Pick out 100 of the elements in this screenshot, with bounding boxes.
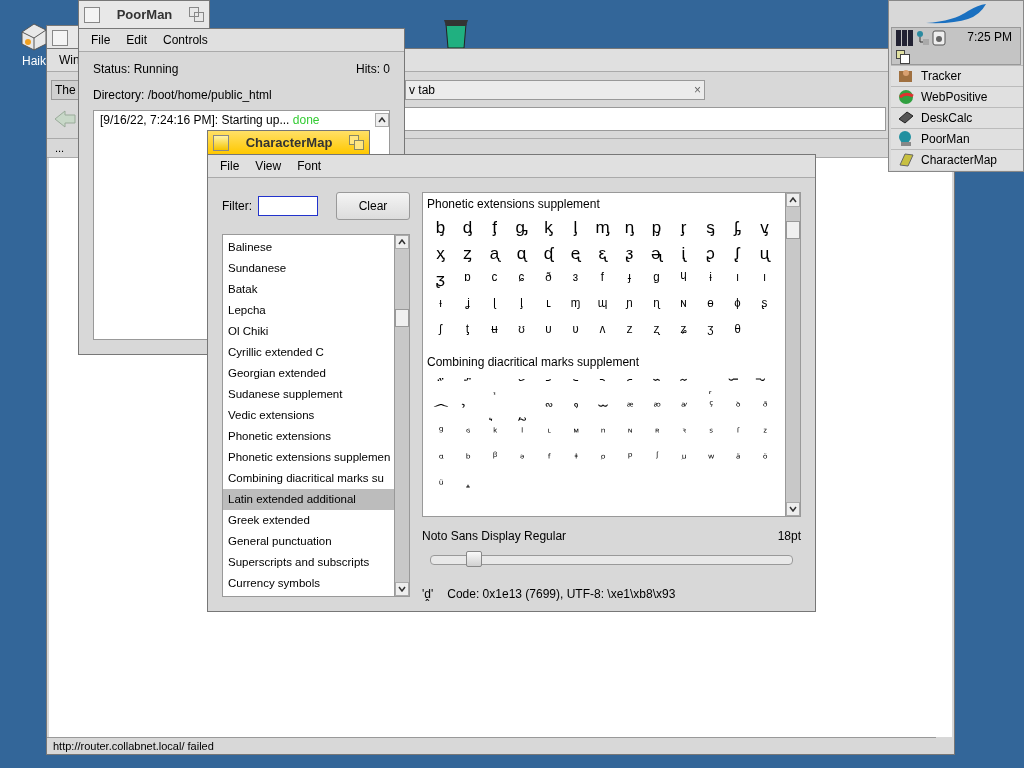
character-cell[interactable]: ᶢ [643, 267, 670, 293]
character-cell[interactable]: ᶝ [508, 267, 535, 293]
character-cell[interactable]: ᶗ [697, 241, 724, 267]
scroll-up-button[interactable] [375, 113, 389, 127]
character-cell[interactable]: ᶞ [535, 267, 562, 293]
character-cell[interactable]: ᷵ [454, 477, 481, 503]
character-cell[interactable]: ᶳ [751, 293, 778, 319]
character-cell[interactable]: ᶫ [535, 293, 562, 319]
character-cell[interactable]: ᶴ [427, 319, 454, 345]
character-cell[interactable]: ᶜ [481, 267, 508, 293]
character-cell[interactable]: ᷡ [616, 425, 643, 451]
character-cell[interactable]: ᶬ [562, 293, 589, 319]
character-cell[interactable]: ᷧ [427, 451, 454, 477]
character-cell[interactable]: ᶙ [751, 241, 778, 267]
character-cell[interactable]: ᷜ [481, 425, 508, 451]
character-cell[interactable]: ᶯ [643, 293, 670, 319]
character-cell[interactable]: ᶰ [670, 293, 697, 319]
scroll-bar[interactable] [785, 193, 800, 516]
character-cell[interactable]: ᷄ [535, 373, 562, 399]
character-cell[interactable]: ᶟ [562, 267, 589, 293]
character-cell[interactable]: ᶷ [508, 319, 535, 345]
character-cell[interactable]: ᷬ [562, 451, 589, 477]
character-cell[interactable]: ᶑ [535, 241, 562, 267]
character-cell[interactable]: ᷀ [427, 373, 454, 399]
character-cell[interactable]: ᷇ [616, 373, 643, 399]
character-cell[interactable]: ᷅ [562, 373, 589, 399]
url-field[interactable] [403, 107, 886, 131]
list-item[interactable]: Combining diacritical marks su [223, 468, 394, 489]
character-cell[interactable]: ᶧ [427, 293, 454, 319]
character-cell[interactable]: ᷦ [751, 425, 778, 451]
list-item[interactable]: General punctuation [223, 531, 394, 552]
character-cell[interactable]: ᶺ [589, 319, 616, 345]
character-cell[interactable]: ᶵ [454, 319, 481, 345]
character-cell[interactable]: ᶽ [670, 319, 697, 345]
character-cell[interactable]: ᶛ [454, 267, 481, 293]
character-cell[interactable]: ᶸ [535, 319, 562, 345]
character-cell[interactable]: ᶐ [508, 241, 535, 267]
list-item[interactable]: Phonetic extensions supplemen [223, 447, 394, 468]
character-cell[interactable]: ᷋ [724, 373, 751, 399]
app-item[interactable]: DeskCalc [891, 107, 1023, 128]
character-cell[interactable]: ᷏ [481, 399, 508, 425]
character-cell[interactable]: ᶪ [508, 293, 535, 319]
character-cell[interactable]: ᷆ [589, 373, 616, 399]
character-cell[interactable]: ᶾ [697, 319, 724, 345]
character-cell[interactable]: ᶓ [589, 241, 616, 267]
character-cell[interactable]: ᷗ [697, 399, 724, 425]
character-cell[interactable]: ᶂ [481, 215, 508, 241]
menu-item[interactable]: File [212, 159, 248, 173]
character-cell[interactable]: ᷎ [454, 399, 481, 425]
clock[interactable]: 7:25 PM [967, 30, 1012, 44]
character-cell[interactable]: ᶄ [535, 215, 562, 241]
character-cell[interactable]: ᷉ [670, 373, 697, 399]
list-item[interactable]: Sundanese [223, 258, 394, 279]
character-cell[interactable]: ᷪ [508, 451, 535, 477]
character-cell[interactable]: ᷊ [697, 373, 724, 399]
character-cell[interactable]: ᶲ [724, 293, 751, 319]
character-cell[interactable]: ᷙ [751, 399, 778, 425]
character-cell[interactable]: ᶖ [670, 241, 697, 267]
character-cell[interactable]: ᷴ [427, 477, 454, 503]
menu-item[interactable]: Controls [155, 33, 216, 47]
slider-thumb[interactable] [466, 551, 483, 567]
menu-item[interactable]: File [83, 33, 119, 47]
character-cell[interactable]: ᶔ [616, 241, 643, 267]
app-item[interactable]: CharacterMap [891, 149, 1023, 170]
character-cell[interactable]: ᷥ [724, 425, 751, 451]
menu-item[interactable]: Edit [118, 33, 156, 47]
list-item[interactable]: Currency symbols [223, 573, 394, 594]
character-cell[interactable]: ᷌ [751, 373, 778, 399]
character-cell[interactable]: ᷮ [616, 451, 643, 477]
character-cell[interactable]: ᶨ [454, 293, 481, 319]
character-cell[interactable]: ᶠ [589, 267, 616, 293]
character-cell[interactable]: ᷞ [535, 425, 562, 451]
character-cell[interactable]: ᷭ [589, 451, 616, 477]
character-cell[interactable]: ᷯ [643, 451, 670, 477]
character-cell[interactable]: ᷱ [697, 451, 724, 477]
character-cell[interactable]: ᷠ [589, 425, 616, 451]
icon-label[interactable]: Haik [22, 54, 46, 68]
character-cell[interactable]: ᷑ [535, 399, 562, 425]
character-cell[interactable]: ᶚ [427, 267, 454, 293]
character-cell[interactable]: ᶅ [562, 215, 589, 241]
list-item[interactable]: Lepcha [223, 300, 394, 321]
menu-item[interactable]: Font [289, 159, 330, 173]
browser-tab[interactable]: v tab × [405, 80, 705, 100]
character-cell[interactable]: ᷓ [589, 399, 616, 425]
list-item[interactable]: Balinese [223, 237, 394, 258]
character-cell[interactable]: ᷃ [508, 373, 535, 399]
character-cell[interactable]: ᶆ [589, 215, 616, 241]
character-cell[interactable]: ᶕ [643, 241, 670, 267]
close-tab-icon[interactable]: × [694, 83, 701, 97]
character-cell[interactable]: ᷲ [724, 451, 751, 477]
character-cell[interactable]: ᶩ [481, 293, 508, 319]
character-cell[interactable]: ᶮ [616, 293, 643, 319]
character-cell[interactable]: ᶶ [481, 319, 508, 345]
app-item[interactable]: PoorMan [891, 128, 1023, 149]
scroll-thumb[interactable] [395, 309, 409, 327]
character-cell[interactable]: ᷢ [643, 425, 670, 451]
character-cell[interactable]: ᶍ [427, 241, 454, 267]
list-item[interactable]: Ol Chiki [223, 321, 394, 342]
character-cell[interactable]: ᷈ [643, 373, 670, 399]
character-cell[interactable]: ᷔ [616, 399, 643, 425]
